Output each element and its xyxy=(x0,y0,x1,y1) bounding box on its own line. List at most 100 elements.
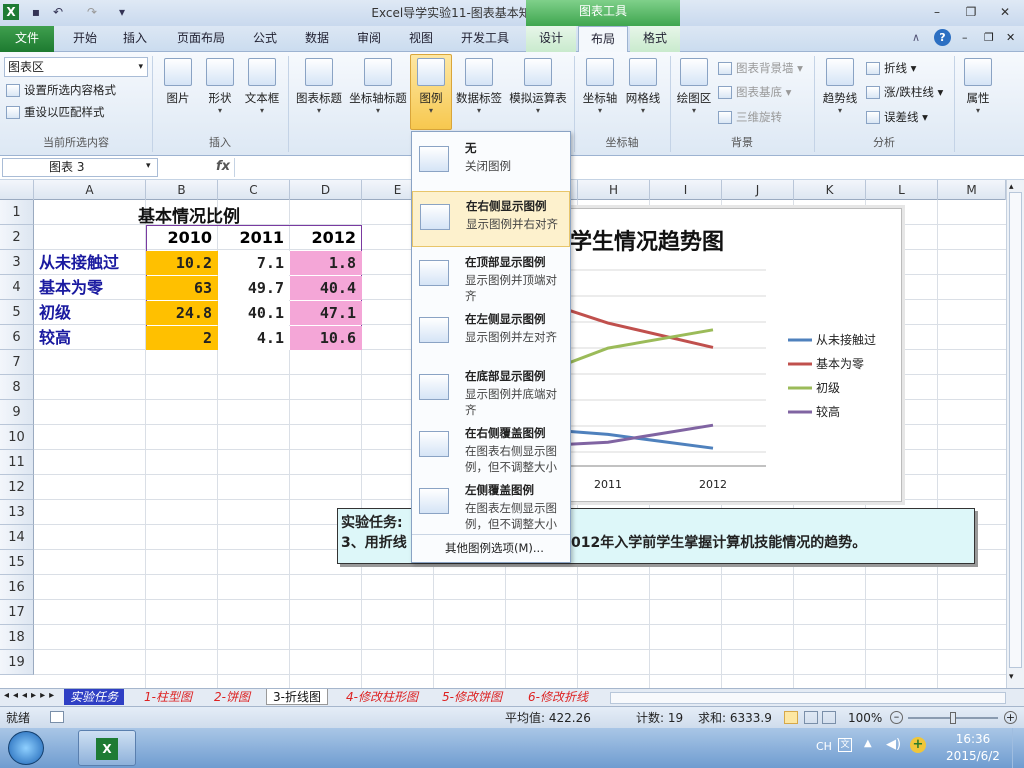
row-header[interactable]: 4 xyxy=(0,275,34,300)
data-cell[interactable]: 24.8 xyxy=(146,301,218,325)
chart-floor-button[interactable]: 图表基底 ▾ xyxy=(718,82,791,102)
legend-option-none[interactable]: 无关闭图例 xyxy=(412,134,570,190)
tab-layout[interactable]: 布局 xyxy=(578,26,628,53)
chart-element-select[interactable]: 图表区 ▾ xyxy=(4,57,148,77)
updown-bars-button[interactable]: 涨/跌柱线 ▾ xyxy=(866,82,943,102)
legend-entry[interactable]: 从未接触过 xyxy=(816,332,876,347)
data-cell[interactable]: 49.7 xyxy=(218,276,290,300)
zoom-in-icon[interactable]: + xyxy=(1004,711,1017,724)
tray-expand-icon[interactable]: ▲ xyxy=(864,738,872,749)
sheet-tab[interactable]: 4-修改柱形图 xyxy=(340,689,424,705)
data-labels-button[interactable]: 数据标签 ▾ xyxy=(452,56,506,126)
sheet-tab-active[interactable]: 3-折线图 xyxy=(266,689,328,705)
clock-date[interactable]: 2015/6/2 xyxy=(940,749,1006,763)
more-legend-options[interactable]: 其他图例选项(M)... xyxy=(445,540,544,556)
network-icon[interactable]: + xyxy=(910,737,926,753)
row-header[interactable]: 18 xyxy=(0,625,34,650)
zoom-level[interactable]: 100% xyxy=(848,707,882,729)
select-all-corner[interactable] xyxy=(0,180,34,200)
row-header[interactable]: 12 xyxy=(0,475,34,500)
row-header[interactable]: 13 xyxy=(0,500,34,525)
row-header[interactable]: 5 xyxy=(0,300,34,325)
normal-view-icon[interactable] xyxy=(784,711,798,724)
row-header[interactable]: 19 xyxy=(0,650,34,675)
zoom-slider-thumb[interactable] xyxy=(950,712,956,724)
help-icon[interactable]: ? xyxy=(934,29,951,46)
show-desktop-button[interactable] xyxy=(1012,728,1024,768)
scroll-down-icon[interactable]: ▾ xyxy=(1009,672,1014,682)
tab-design[interactable]: 设计 xyxy=(526,26,576,52)
picture-button[interactable]: 图片 xyxy=(160,56,196,126)
column-header[interactable]: A xyxy=(34,180,146,200)
tab-format[interactable]: 格式 xyxy=(630,26,680,52)
column-header[interactable]: J xyxy=(722,180,794,200)
insert-function-icon[interactable]: fx xyxy=(216,159,230,174)
tab-page-layout[interactable]: 页面布局 xyxy=(168,26,234,52)
tab-view[interactable]: 视图 xyxy=(398,26,444,52)
collapse-ribbon-icon[interactable]: ∧ xyxy=(912,31,920,44)
row-header[interactable]: 1 xyxy=(0,200,34,225)
tab-developer[interactable]: 开发工具 xyxy=(452,26,518,52)
sheet-tab[interactable]: 6-修改折线 xyxy=(522,689,594,705)
data-cell[interactable]: 1.8 xyxy=(290,251,362,275)
tab-insert[interactable]: 插入 xyxy=(112,26,158,52)
tab-file[interactable]: 文件 xyxy=(0,26,54,52)
data-cell[interactable]: 4.1 xyxy=(218,326,290,350)
minimize-button[interactable]: – xyxy=(926,3,948,21)
legend-entry[interactable]: 初级 xyxy=(816,381,840,395)
sheet-tab[interactable]: 实验任务 xyxy=(64,689,125,705)
row-header[interactable]: 6 xyxy=(0,325,34,350)
reset-style-button[interactable]: 重设以匹配样式 xyxy=(6,102,105,122)
column-header[interactable]: K xyxy=(794,180,866,200)
axis-titles-button[interactable]: 坐标轴标题 ▾ xyxy=(346,56,410,126)
column-header[interactable]: L xyxy=(866,180,938,200)
column-header[interactable]: I xyxy=(650,180,722,200)
input-language[interactable]: CH xyxy=(816,740,832,753)
name-box[interactable]: 图表 3 xyxy=(2,158,158,177)
category-cell[interactable]: 初级 xyxy=(35,301,145,325)
data-cell[interactable]: 63 xyxy=(146,276,218,300)
legend-option-left[interactable]: 在左侧显示图例 显示图例并左对齐 xyxy=(412,305,570,361)
sheet-tab[interactable]: 2-饼图 xyxy=(208,689,256,705)
column-header[interactable]: D xyxy=(290,180,362,200)
legend-option-overlay-left[interactable]: 左侧覆盖图例 在图表左侧显示图例，但不调整大小 xyxy=(412,476,570,532)
header-cell[interactable]: 2011 xyxy=(218,226,290,250)
row-header[interactable]: 7 xyxy=(0,350,34,375)
properties-button[interactable]: 属性 ▾ xyxy=(958,56,998,126)
data-cell[interactable]: 2 xyxy=(146,326,218,350)
data-cell[interactable]: 10.2 xyxy=(146,251,218,275)
tab-home[interactable]: 开始 xyxy=(62,26,108,52)
restore-button[interactable]: ❐ xyxy=(960,3,982,21)
sheet-nav-icons[interactable]: ◂◂◂▸▸▸ xyxy=(4,690,58,701)
lines-button[interactable]: 折线 ▾ xyxy=(866,58,916,78)
chart-title-button[interactable]: 图表标题 ▾ xyxy=(292,56,346,126)
data-cell[interactable]: 7.1 xyxy=(218,251,290,275)
row-header[interactable]: 2 xyxy=(0,225,34,250)
horizontal-scrollbar[interactable] xyxy=(610,692,1006,704)
row-header[interactable]: 15 xyxy=(0,550,34,575)
taskbar-excel-button[interactable]: X xyxy=(78,730,136,766)
category-cell[interactable]: 基本为零 xyxy=(35,276,145,300)
doc-minimize-button[interactable]: – xyxy=(962,31,968,44)
doc-restore-button[interactable]: ❐ xyxy=(984,31,994,44)
legend-option-top[interactable]: 在顶部显示图例 显示图例并顶端对齐 xyxy=(412,248,570,304)
scroll-up-icon[interactable]: ▴ xyxy=(1009,182,1014,192)
data-cell[interactable]: 10.6 xyxy=(290,326,362,350)
row-header[interactable]: 9 xyxy=(0,400,34,425)
tab-review[interactable]: 审阅 xyxy=(346,26,392,52)
header-cell[interactable]: 2010 xyxy=(146,226,218,250)
column-header[interactable]: C xyxy=(218,180,290,200)
page-layout-view-icon[interactable] xyxy=(804,711,818,724)
axes-button[interactable]: 坐标轴 ▾ xyxy=(580,56,620,126)
scroll-thumb[interactable] xyxy=(1009,192,1022,668)
row-header[interactable]: 11 xyxy=(0,450,34,475)
legend-button[interactable]: 图例 ▾ xyxy=(410,56,452,126)
data-table-button[interactable]: 模拟运算表 ▾ xyxy=(506,56,570,126)
row-header[interactable]: 8 xyxy=(0,375,34,400)
doc-close-button[interactable]: ✕ xyxy=(1006,31,1015,44)
plot-area-button[interactable]: 绘图区 ▾ xyxy=(674,56,714,126)
category-cell[interactable]: 从未接触过 xyxy=(35,251,145,275)
category-cell[interactable]: 较高 xyxy=(35,326,145,350)
column-header[interactable]: M xyxy=(938,180,1006,200)
shapes-button[interactable]: 形状 ▾ xyxy=(202,56,238,126)
